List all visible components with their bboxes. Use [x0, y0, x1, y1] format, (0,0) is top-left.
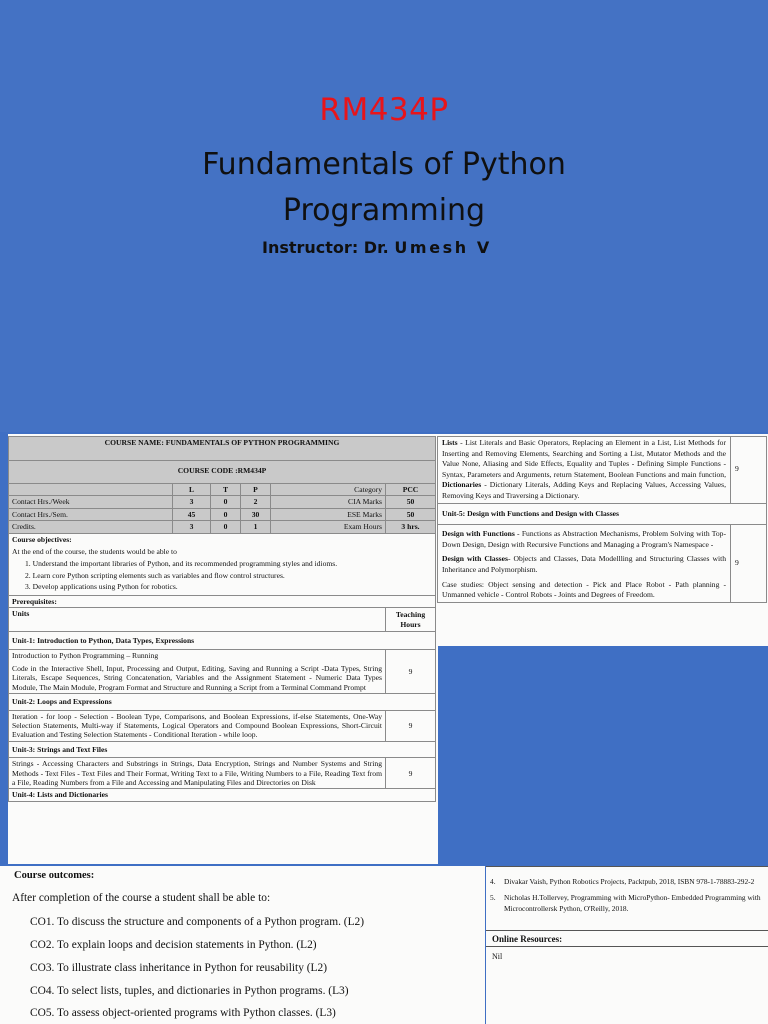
- syllabus-table: COURSE NAME: FUNDAMENTALS OF PYTHON PROG…: [8, 436, 436, 802]
- online-resources-value: Nil: [492, 952, 503, 961]
- syllabus-cont-table: Lists - List Literals and Basic Operator…: [437, 436, 767, 603]
- p-header: P: [240, 482, 271, 497]
- unit-body: Introduction to Python Programming – Run…: [8, 649, 386, 695]
- list-item: 4. Divakar Vaish, Python Robotics Projec…: [490, 877, 755, 886]
- outcomes-title: Course outcomes:: [14, 870, 95, 881]
- list-item: 2. Learn core Python scripting elements …: [25, 570, 285, 580]
- unit-body: Lists - List Literals and Basic Operator…: [437, 436, 731, 504]
- list-item: CO3. To illustrate class inheritance in …: [30, 962, 327, 974]
- unit-title: Unit-3: Strings and Text Files: [8, 740, 436, 759]
- list-item: CO4. To select lists, tuples, and dictio…: [30, 985, 349, 997]
- unit-hours: 9: [385, 649, 436, 695]
- t-header: T: [210, 482, 241, 497]
- l-header: L: [172, 482, 211, 497]
- syllabus-scan-right: Lists - List Literals and Basic Operator…: [437, 434, 768, 646]
- objectives-title: Course objectives:: [12, 534, 72, 544]
- course-title: Fundamentals of Python Programming: [0, 142, 768, 234]
- unit-body: Design with Functions - Functions as Abs…: [437, 524, 731, 603]
- instructor-label: Instructor: Dr.: [262, 238, 389, 257]
- table-row: Credits. 3 0 1 Exam Hours 3 hrs.: [8, 520, 436, 534]
- list-item: CO5. To assess object-oriented programs …: [30, 1007, 336, 1019]
- prerequisites: Prerequisites:: [8, 594, 436, 609]
- objectives-cell: Course objectives: At the end of the cou…: [8, 532, 436, 596]
- unit-title: Unit-2: Loops and Expressions: [8, 693, 436, 711]
- references-scan: 4. Divakar Vaish, Python Robotics Projec…: [486, 866, 768, 1024]
- course-title-line2: Programming: [282, 193, 486, 228]
- hours-header: Teaching Hours: [385, 607, 436, 633]
- category-value: PCC: [385, 482, 436, 497]
- unit-hours: 9: [385, 709, 436, 742]
- course-code-title: RM434P: [319, 92, 449, 128]
- category-label: Category: [270, 482, 386, 497]
- units-header: Units: [8, 607, 386, 633]
- list-item: 5. Nicholas H.Tollervey, Programming wit…: [490, 893, 761, 913]
- unit-title: Unit-5: Design with Functions and Design…: [437, 502, 767, 526]
- unit-body: Iteration - for loop - Selection - Boole…: [8, 709, 386, 742]
- course-title-line1: Fundamentals of Python: [202, 147, 566, 182]
- list-item: 3. Develop applications using Python for…: [25, 582, 178, 592]
- instructor-name: Umesh V: [394, 238, 492, 257]
- course-name-cell: COURSE NAME: FUNDAMENTALS OF PYTHON PROG…: [8, 436, 436, 461]
- table-row: Contact Hrs./Week 3 0 2 CIA Marks 50: [8, 495, 436, 509]
- unit-hours: 9: [730, 524, 767, 603]
- list-item: CO2. To explain loops and decision state…: [30, 939, 317, 951]
- instructor-line: Instructor: Dr. Umesh V: [262, 238, 492, 257]
- unit-body: Strings - Accessing Characters and Subst…: [8, 757, 386, 790]
- unit-title: Unit-4: Lists and Dictionaries: [8, 788, 436, 802]
- unit-hours: 9: [385, 757, 436, 790]
- outcomes-intro: After completion of the course a student…: [12, 892, 271, 904]
- course-outcomes-scan: Course outcomes: After completion of the…: [0, 866, 485, 1024]
- table-row: Contact Hrs./Sem. 45 0 30 ESE Marks 50: [8, 507, 436, 522]
- syllabus-scan-left: COURSE NAME: FUNDAMENTALS OF PYTHON PROG…: [8, 434, 438, 864]
- title-slide: RM434P Fundamentals of Python Programmin…: [0, 0, 768, 432]
- online-resources-title: Online Resources:: [492, 934, 563, 944]
- course-code-cell: COURSE CODE :RM434P: [8, 460, 436, 484]
- unit-title: Unit-1: Introduction to Python, Data Typ…: [8, 631, 436, 651]
- list-item: CO1. To discuss the structure and compon…: [30, 916, 365, 928]
- unit-hours: 9: [730, 436, 767, 504]
- objectives-intro: At the end of the course, the students w…: [12, 547, 177, 557]
- list-item: 1. Understand the important libraries of…: [25, 559, 338, 569]
